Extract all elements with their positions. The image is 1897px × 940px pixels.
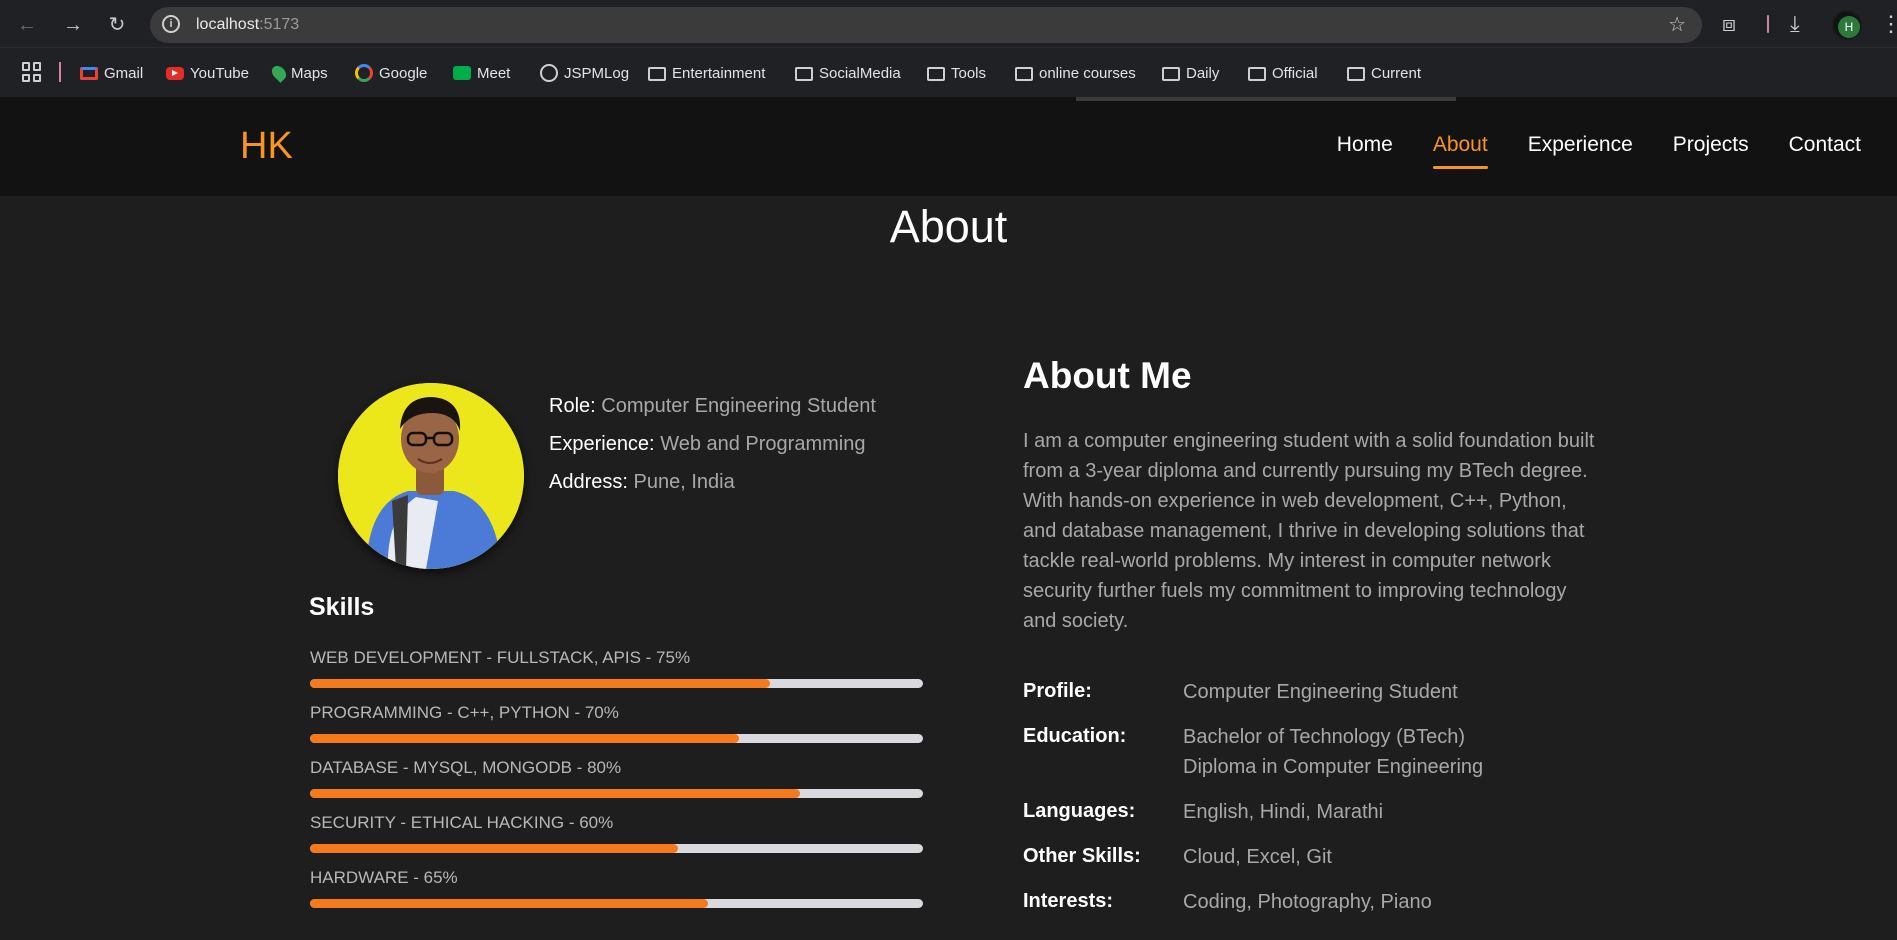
detail-value: Computer Engineering Student bbox=[1183, 681, 1458, 703]
skill-progress-fill bbox=[310, 789, 801, 798]
google-icon bbox=[355, 64, 373, 82]
skill-progress-fill bbox=[310, 679, 770, 688]
nav-link-about[interactable]: About bbox=[1432, 133, 1488, 169]
skill-progress-fill bbox=[310, 899, 709, 908]
skill-progress-bar bbox=[310, 789, 923, 798]
skill-item: HARDWARE - 65% bbox=[310, 868, 923, 908]
detail-label: Other Skills: bbox=[1023, 845, 1141, 867]
nav-link-home[interactable]: Home bbox=[1337, 133, 1393, 157]
background-image-strip bbox=[1076, 97, 1456, 101]
info-role: Role: Computer Engineering Student bbox=[549, 395, 876, 417]
bookmark-meet[interactable]: Meet bbox=[453, 62, 510, 84]
folder-icon bbox=[648, 67, 666, 81]
site-navbar: HK Home About Experience Projects Contac… bbox=[0, 97, 1897, 196]
site-logo[interactable]: HK bbox=[240, 125, 293, 168]
skill-progress-bar bbox=[310, 734, 923, 743]
bookmarks-divider bbox=[59, 62, 61, 82]
detail-label: Languages: bbox=[1023, 800, 1136, 822]
bookmark-folder-socialmedia[interactable]: SocialMedia bbox=[795, 62, 901, 84]
bookmark-youtube[interactable]: YouTube bbox=[166, 62, 249, 84]
detail-value: Coding, Photography, Piano bbox=[1183, 891, 1432, 913]
detail-value: Cloud, Excel, Git bbox=[1183, 846, 1332, 868]
detail-value: Bachelor of Technology (BTech) Diploma in… bbox=[1183, 726, 1484, 778]
bookmark-folder-official[interactable]: Official bbox=[1248, 62, 1318, 84]
detail-value: English, Hindi, Marathi bbox=[1183, 801, 1384, 823]
site-info-icon[interactable]: i bbox=[162, 15, 180, 33]
toolbar-divider bbox=[1767, 15, 1769, 33]
skill-item: DATABASE - MYSQL, MONGODB - 80% bbox=[310, 758, 923, 798]
skill-label: WEB DEVELOPMENT - FULLSTACK, APIS - 75% bbox=[310, 648, 691, 667]
folder-icon bbox=[1162, 67, 1180, 81]
folder-icon bbox=[1347, 67, 1365, 81]
gmail-icon bbox=[80, 66, 98, 80]
folder-icon bbox=[1248, 67, 1266, 81]
skill-progress-bar bbox=[310, 899, 923, 908]
skill-progress-bar bbox=[310, 844, 923, 853]
nav-link-contact[interactable]: Contact bbox=[1789, 133, 1861, 157]
bookmark-folder-tools[interactable]: Tools bbox=[927, 62, 986, 84]
bookmark-google[interactable]: Google bbox=[355, 62, 427, 84]
bookmarks-bar: Gmail YouTube Maps Google Meet JSPMLog E… bbox=[0, 48, 1897, 97]
nav-menu: Home About Experience Projects Contact bbox=[1337, 133, 1861, 169]
skill-item: SECURITY - ETHICAL HACKING - 60% bbox=[310, 813, 923, 853]
profile-avatar[interactable]: H bbox=[1832, 10, 1862, 40]
bookmark-folder-online-courses[interactable]: online courses bbox=[1015, 62, 1136, 84]
detail-label: Profile: bbox=[1023, 680, 1092, 702]
folder-icon bbox=[795, 67, 813, 81]
skills-heading: Skills bbox=[309, 593, 375, 621]
page-content: HK Home About Experience Projects Contac… bbox=[0, 97, 1897, 940]
detail-label: Education: bbox=[1023, 725, 1127, 747]
bookmark-folder-daily[interactable]: Daily bbox=[1162, 62, 1219, 84]
skill-progress-fill bbox=[310, 844, 678, 853]
browser-toolbar: ← → ↻ i localhost:5173 ☆ ⧈ ⤓ H ⋮ bbox=[0, 0, 1897, 48]
skill-label: DATABASE - MYSQL, MONGODB - 80% bbox=[310, 758, 622, 777]
skill-label: PROGRAMMING - C++, PYTHON - 70% bbox=[310, 703, 619, 722]
folder-icon bbox=[927, 67, 945, 81]
detail-label: Interests: bbox=[1023, 890, 1114, 912]
skill-item: WEB DEVELOPMENT - FULLSTACK, APIS - 75% bbox=[310, 648, 923, 688]
about-me-heading: About Me bbox=[1023, 355, 1192, 396]
info-address: Address: Pune, India bbox=[549, 471, 735, 493]
bookmark-gmail[interactable]: Gmail bbox=[80, 62, 143, 84]
info-experience: Experience: Web and Programming bbox=[549, 433, 866, 455]
reload-icon[interactable]: ↻ bbox=[104, 12, 130, 38]
menu-dots-icon[interactable]: ⋮ bbox=[1880, 11, 1897, 37]
extensions-icon[interactable]: ⧈ bbox=[1722, 11, 1736, 37]
about-me-paragraph: I am a computer engineering student with… bbox=[1023, 430, 1595, 632]
nav-link-experience[interactable]: Experience bbox=[1528, 133, 1633, 157]
globe-icon bbox=[540, 64, 558, 82]
youtube-icon bbox=[166, 66, 184, 80]
apps-grid-icon[interactable] bbox=[22, 62, 42, 82]
url-text[interactable]: localhost:5173 bbox=[196, 16, 299, 34]
profile-info: Role: Computer Engineering Student Exper… bbox=[549, 395, 876, 509]
forward-arrow-icon[interactable]: → bbox=[60, 12, 86, 38]
bookmark-maps[interactable]: Maps bbox=[269, 62, 328, 84]
skill-label: HARDWARE - 65% bbox=[310, 868, 458, 887]
folder-icon bbox=[1015, 67, 1033, 81]
back-arrow-icon[interactable]: ← bbox=[14, 12, 40, 38]
nav-link-projects[interactable]: Projects bbox=[1673, 133, 1749, 157]
skill-progress-fill bbox=[310, 734, 740, 743]
address-bar[interactable]: i localhost:5173 ☆ bbox=[150, 7, 1702, 43]
profile-photo bbox=[338, 383, 524, 569]
bookmark-folder-current[interactable]: Current bbox=[1347, 62, 1421, 84]
maps-icon bbox=[269, 63, 289, 83]
meet-icon bbox=[453, 66, 471, 80]
download-icon[interactable]: ⤓ bbox=[1790, 11, 1800, 37]
skill-item: PROGRAMMING - C++, PYTHON - 70% bbox=[310, 703, 923, 743]
bookmark-folder-entertainment[interactable]: Entertainment bbox=[648, 62, 765, 84]
page-title: About bbox=[889, 201, 1008, 252]
bookmark-jspmlog[interactable]: JSPMLog bbox=[540, 62, 629, 84]
skill-progress-bar bbox=[310, 679, 923, 688]
bookmark-star-icon[interactable]: ☆ bbox=[1668, 12, 1686, 37]
skill-label: SECURITY - ETHICAL HACKING - 60% bbox=[310, 813, 614, 832]
